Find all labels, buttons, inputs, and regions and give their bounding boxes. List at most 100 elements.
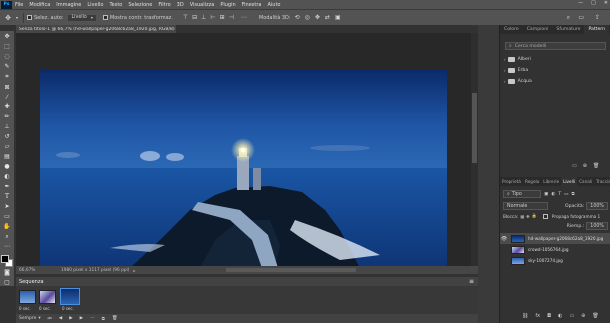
lock-position-icon[interactable]: ✥ [526,214,530,219]
panel-menu-icon[interactable]: ≡ [469,278,474,285]
chevron-right-icon[interactable]: › [504,57,506,62]
loop-option-select[interactable]: Sempre ▾ [19,316,41,321]
link-layers-icon[interactable]: ⛓ [522,313,528,319]
zoom-tool-icon[interactable]: ⌕ [3,233,11,241]
frame-tool-icon[interactable]: ⊠ [3,84,11,91]
menu-aiuto[interactable]: Aiuto [267,2,280,8]
crop-tool-icon[interactable]: ⌗ [3,73,11,81]
lasso-tool-icon[interactable]: ◌ [3,53,11,60]
edit-toolbar-icon[interactable]: ⋯ [3,243,11,250]
menu-filtro[interactable]: Filtro [158,2,170,8]
search-icon[interactable]: ⌕ [567,14,570,22]
tab-colore[interactable]: Colore [500,25,523,34]
tab-regola[interactable]: Regola [523,177,541,186]
rectangle-tool-icon[interactable]: ▭ [3,213,11,220]
lighthouse-image[interactable] [40,70,447,268]
auto-select-dropdown[interactable]: Livello ▾ [67,13,97,22]
quick-mask-icon[interactable]: ◙ [3,269,11,276]
minimize-button[interactable]: — [578,0,583,6]
menu-immagine[interactable]: Immagine [56,2,81,8]
vertical-scrollbar[interactable] [471,33,478,266]
folder-item[interactable]: › Acqua [500,76,610,87]
lock-all-icon[interactable]: 🔒 [532,213,537,219]
frame-delay-3[interactable]: 0 sec. [62,306,74,311]
path-selection-tool-icon[interactable]: ➤ [3,203,11,210]
menu-finestra[interactable]: Finestra [242,2,262,8]
pen-tool-icon[interactable]: ✒ [3,183,11,190]
move-tool-icon[interactable]: ✥ [3,33,11,40]
menu-modifica[interactable]: Modifica [29,2,50,8]
layer-row[interactable]: crowd-1056764.jpg [500,244,610,255]
align-right-icon[interactable]: ⊣ [229,14,234,21]
eyedropper-tool-icon[interactable]: ⁄ [3,93,11,101]
filter-pixel-icon[interactable]: ▣ [544,192,548,197]
layer-row-selected[interactable]: 👁 hd-wallpaper-g2068c62a8_1920.jpg [500,233,610,244]
document-info[interactable]: 1980 pixel x 1117 pixel (96 ppi) [61,268,129,273]
frame-thumbnail-2[interactable] [39,290,56,304]
menu-file[interactable]: File [15,2,23,8]
layer-style-icon[interactable]: fx [535,313,540,319]
chevron-down-icon[interactable]: ▾ [14,15,20,20]
roll-3d-icon[interactable]: ◎ [305,14,310,21]
first-frame-icon[interactable]: ⏮ [48,316,52,322]
folder-item[interactable]: › Erba [500,65,610,76]
add-mask-icon[interactable]: ◘ [547,313,551,319]
more-options-icon[interactable]: ⋯ [241,14,247,21]
pan-3d-icon[interactable]: ✥ [315,14,320,21]
align-left-icon[interactable]: ⊢ [210,14,215,21]
align-bottom-icon[interactable]: ⊥ [201,14,206,21]
layer-row[interactable]: sky-1007274.jpg [500,255,610,266]
filter-smart-icon[interactable]: ⧉ [572,191,575,197]
horizontal-scroll-thumb[interactable] [226,268,356,272]
eraser-tool-icon[interactable]: ▱ [3,143,11,150]
tab-livelli[interactable]: Livelli [561,177,578,186]
align-hcenter-icon[interactable]: ⊞ [220,14,225,21]
new-layer-icon[interactable]: ⊕ [581,313,585,319]
tab-pattern[interactable]: Pattern [584,25,610,34]
menu-livello[interactable]: Livello [87,2,103,8]
dodge-tool-icon[interactable]: ◐ [3,173,11,180]
move-tool-icon[interactable]: ✥ [2,14,14,22]
adjustment-layer-icon[interactable]: ◐ [558,313,562,319]
filter-shape-icon[interactable]: ▭ [564,192,568,197]
gradient-tool-icon[interactable]: ▤ [3,153,11,160]
history-brush-tool-icon[interactable]: ↺ [3,133,11,140]
screen-mode-icon[interactable]: ▢ [3,279,11,286]
filter-type-icon[interactable]: T [558,192,561,197]
pattern-search-input[interactable]: ⌕ Cerca modelli [505,42,606,50]
frame-thumbnail-3-selected[interactable] [60,288,80,305]
blur-tool-icon[interactable]: ● [3,163,11,170]
tab-sfumature[interactable]: Sfumature [552,25,584,34]
orbit-3d-icon[interactable]: ⟲ [295,14,300,21]
tween-icon[interactable]: ⋯ [90,316,95,321]
clone-stamp-tool-icon[interactable]: ⊥ [3,123,11,130]
chevron-right-icon[interactable]: › [504,68,506,73]
chevron-right-icon[interactable]: ▸ [133,268,135,273]
vertical-scroll-thumb[interactable] [472,93,477,163]
frame-thumbnail-1[interactable] [19,290,36,304]
new-pattern-icon[interactable]: ⊕ [583,163,587,169]
delete-icon[interactable]: 🗑 [593,163,599,169]
menu-3d[interactable]: 3D [177,2,184,8]
frames-panel-title[interactable]: Sequenza [19,279,44,285]
folder-item[interactable]: › Alberi [500,54,610,65]
show-transform-checkbox[interactable] [102,15,108,20]
marquee-tool-icon[interactable]: ⬚ [3,43,11,50]
auto-select-checkbox[interactable] [27,15,32,20]
healing-brush-tool-icon[interactable]: ✚ [3,103,11,110]
color-swatches[interactable] [1,255,13,268]
blend-mode-select[interactable]: Normale [503,202,548,210]
document-tab[interactable]: Senza titolo-1 @ 66,7% (hd-wallpaper-g20… [16,25,176,33]
type-tool-icon[interactable]: T [3,193,11,200]
previous-frame-icon[interactable]: ◀ [59,316,62,321]
tab-canali[interactable]: Canali [577,177,594,186]
filter-adjust-icon[interactable]: ◐ [551,192,555,197]
zoom-level[interactable]: 66,67% [19,268,55,273]
share-icon[interactable]: ⇪ [595,14,600,21]
tab-tracciati[interactable]: Tracciati [594,177,610,186]
layer-name[interactable]: crowd-1056764.jpg [528,247,569,252]
foreground-color-swatch[interactable] [1,255,9,264]
menu-plugin[interactable]: Plugin [220,2,235,8]
lock-pixels-icon[interactable]: ▦ [520,214,524,219]
close-button[interactable]: ✕ [604,0,608,6]
